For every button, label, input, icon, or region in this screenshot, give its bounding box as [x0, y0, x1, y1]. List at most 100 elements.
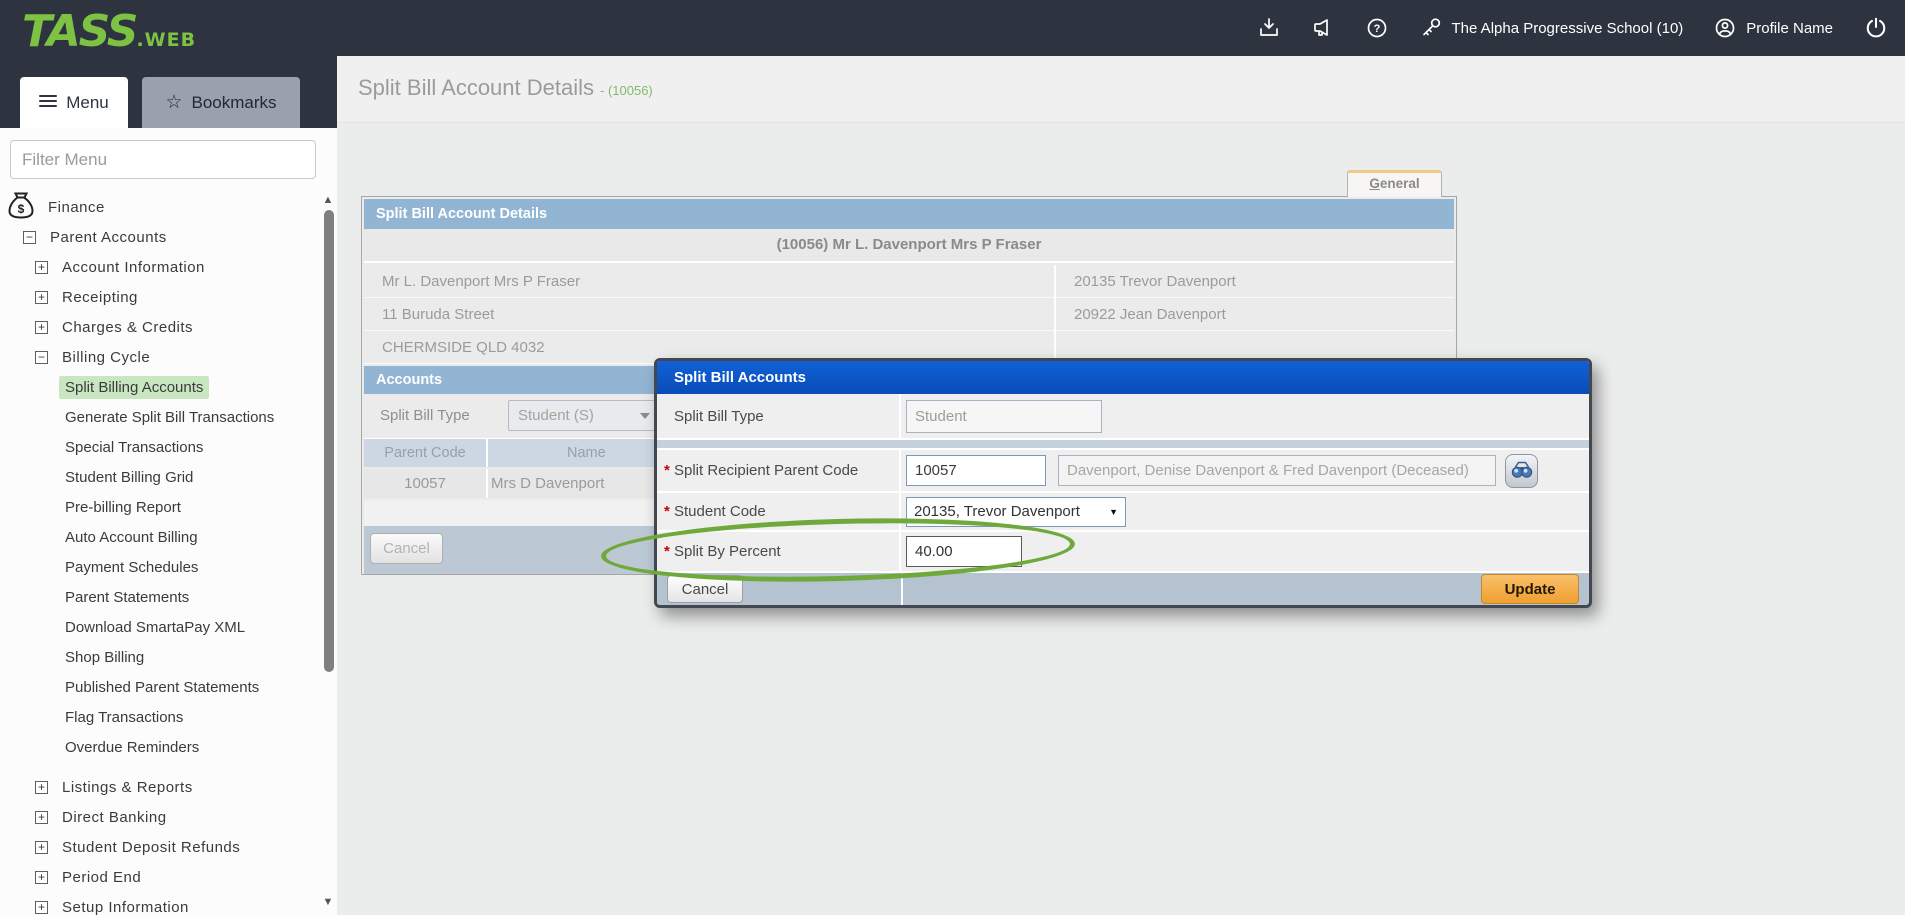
split-by-percent-label: Split By Percent: [674, 543, 781, 560]
expand-box[interactable]: +: [35, 291, 48, 304]
svg-text:$: $: [18, 202, 25, 216]
page-title: Split Bill Account Details- (10056): [358, 75, 653, 101]
sidebar-item-special-transactions[interactable]: Special Transactions: [0, 432, 322, 462]
column-parent-code: Parent Code: [364, 439, 488, 467]
sidebar-item-pre-billing-report[interactable]: Pre-billing Report: [0, 492, 322, 522]
tab-general[interactable]: General: [1347, 170, 1442, 197]
collapse-box[interactable]: −: [23, 231, 36, 244]
logout-icon[interactable]: [1863, 15, 1889, 41]
filter-menu-input[interactable]: [10, 140, 316, 179]
expand-box[interactable]: +: [35, 901, 48, 914]
profile-menu[interactable]: Profile Name: [1713, 16, 1833, 40]
scroll-up-icon[interactable]: ▲: [322, 194, 334, 206]
cell-name: Mrs D Davenport: [491, 469, 604, 498]
expand-box[interactable]: +: [35, 781, 48, 794]
sidebar-item-generate-split-bill-transactions[interactable]: Generate Split Bill Transactions: [0, 402, 322, 432]
modal-footer: Cancel Update: [657, 573, 1589, 605]
modal-update-button[interactable]: Update: [1481, 574, 1579, 604]
footer-column-divider: [901, 573, 903, 605]
help-icon[interactable]: ?: [1365, 16, 1389, 40]
sidebar-item-student-deposit-refunds[interactable]: +Student Deposit Refunds: [0, 832, 322, 862]
student-code-select[interactable]: 20135, Trevor Davenport ▼: [906, 497, 1126, 527]
sidebar-item-parent-accounts[interactable]: −Parent Accounts: [0, 222, 322, 252]
sidebar-item-download-smartapay-xml[interactable]: Download SmartaPay XML: [0, 612, 322, 642]
content-titlebar: Split Bill Account Details- (10056): [337, 56, 1905, 123]
modal-cancel-button[interactable]: Cancel: [667, 575, 743, 603]
modal-split-bill-type-input[interactable]: [906, 400, 1102, 433]
expand-box[interactable]: +: [35, 811, 48, 824]
split-recipient-parent-code-label: Split Recipient Parent Code: [674, 462, 858, 479]
expand-box[interactable]: +: [35, 261, 48, 274]
profile-icon: [1713, 16, 1737, 40]
download-icon[interactable]: [1257, 16, 1281, 40]
sidebar-item-flag-transactions[interactable]: Flag Transactions: [0, 702, 322, 732]
modal-row-student-code: * Student Code 20135, Trevor Davenport ▼: [657, 493, 1589, 532]
split-recipient-parent-code-input[interactable]: [906, 455, 1046, 486]
sidebar-item-setup-information[interactable]: +Setup Information: [0, 892, 322, 915]
expand-box[interactable]: +: [35, 871, 48, 884]
sidebar-item-direct-banking[interactable]: +Direct Banking: [0, 802, 322, 832]
chevron-down-icon: [640, 413, 650, 419]
announcements-icon[interactable]: [1311, 16, 1335, 40]
student-line: 20922 Jean Davenport: [1056, 298, 1454, 331]
logo-main: TASS: [22, 6, 136, 57]
split-recipient-parent-name-field[interactable]: [1058, 455, 1496, 486]
tass-logo: TASS.WEB: [22, 6, 196, 57]
accounts-cancel-button[interactable]: Cancel: [370, 533, 443, 564]
parent-address-column: Mr L. Davenport Mrs P Fraser 11 Buruda S…: [364, 265, 1056, 364]
split-bill-type-select[interactable]: Student (S): [508, 400, 660, 431]
modal-row-split-recipient: * Split Recipient Parent Code: [657, 450, 1589, 493]
sidebar-item-auto-account-billing[interactable]: Auto Account Billing: [0, 522, 322, 552]
required-marker: *: [664, 503, 670, 520]
sidebar-item-payment-schedules[interactable]: Payment Schedules: [0, 552, 322, 582]
address-block: Mr L. Davenport Mrs P Fraser 11 Buruda S…: [364, 265, 1454, 364]
topbar-actions: ? The Alpha Progressive School (10) Prof…: [1257, 0, 1890, 56]
brand-block: TASS.WEB Menu ☆ Bookmarks: [0, 0, 337, 128]
sidebar-item-parent-statements[interactable]: Parent Statements: [0, 582, 322, 612]
sidebar: $ Finance −Parent Accounts +Account Info…: [0, 128, 337, 915]
sidebar-scrollbar-thumb[interactable]: [324, 210, 334, 672]
cell-parent-code: 10057: [364, 469, 488, 498]
profile-name: Profile Name: [1746, 20, 1833, 37]
sidebar-item-receipting[interactable]: +Receipting: [0, 282, 322, 312]
student-code-label: Student Code: [674, 503, 766, 520]
sidebar-item-student-billing-grid[interactable]: Student Billing Grid: [0, 462, 322, 492]
sidebar-item-period-end[interactable]: +Period End: [0, 862, 322, 892]
menu-tree: $ Finance −Parent Accounts +Account Info…: [0, 192, 322, 915]
sidebar-item-published-parent-statements[interactable]: Published Parent Statements: [0, 672, 322, 702]
modal-split-bill-type-label: Split Bill Type: [674, 408, 764, 425]
modal-separator: [657, 440, 1589, 450]
collapse-box[interactable]: −: [35, 351, 48, 364]
binoculars-icon: [1511, 460, 1533, 482]
students-column: 20135 Trevor Davenport 20922 Jean Davenp…: [1056, 265, 1454, 364]
sidebar-item-billing-cycle[interactable]: −Billing Cycle: [0, 342, 322, 372]
scroll-down-icon[interactable]: ▼: [322, 896, 334, 908]
student-line: 20135 Trevor Davenport: [1056, 265, 1454, 298]
sidebar-item-overdue-reminders[interactable]: Overdue Reminders: [0, 732, 322, 762]
school-name: The Alpha Progressive School (10): [1452, 20, 1684, 37]
money-bag-icon: $: [8, 191, 34, 223]
address-line: 11 Buruda Street: [364, 298, 1054, 331]
sidebar-item-charges-credits[interactable]: +Charges & Credits: [0, 312, 322, 342]
modal-title: Split Bill Accounts: [657, 361, 1589, 394]
expand-box[interactable]: +: [35, 841, 48, 854]
svg-text:?: ?: [1373, 23, 1380, 35]
key-icon: [1419, 16, 1443, 40]
tab-bookmarks-label: Bookmarks: [192, 93, 277, 113]
sidebar-item-shop-billing[interactable]: Shop Billing: [0, 642, 322, 672]
sidebar-item-split-billing-accounts[interactable]: Split Billing Accounts: [0, 372, 322, 402]
split-by-percent-input[interactable]: [906, 536, 1022, 567]
expand-box[interactable]: +: [35, 321, 48, 334]
sidebar-item-listings-reports[interactable]: +Listings & Reports: [0, 772, 322, 802]
app-window: ? The Alpha Progressive School (10) Prof…: [0, 0, 1905, 915]
sidebar-item-finance[interactable]: $ Finance: [0, 192, 322, 222]
tab-bookmarks[interactable]: ☆ Bookmarks: [142, 77, 300, 128]
account-summary-line: (10056) Mr L. Davenport Mrs P Fraser: [364, 229, 1454, 263]
details-panel-header: Split Bill Account Details: [364, 199, 1454, 229]
page-title-account-number: - (10056): [600, 83, 653, 98]
tab-menu[interactable]: Menu: [20, 77, 128, 128]
sidebar-item-account-information[interactable]: +Account Information: [0, 252, 322, 282]
school-selector[interactable]: The Alpha Progressive School (10): [1419, 16, 1684, 40]
column-name: Name: [567, 439, 606, 468]
parent-search-button[interactable]: [1505, 454, 1538, 488]
